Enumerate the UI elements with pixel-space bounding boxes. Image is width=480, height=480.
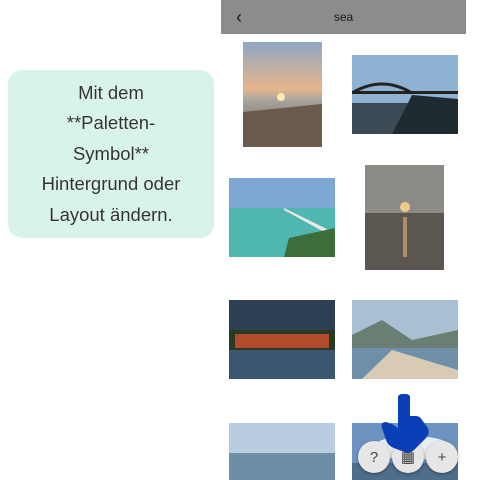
add-button[interactable]: + [426,441,458,473]
top-bar: ‹ sea [221,0,466,34]
photo-shrine[interactable] [229,300,335,379]
photo-sunset-sea[interactable] [365,165,444,270]
layout-palette-button[interactable]: ▦ [392,441,424,473]
palette-icon: ▦ [400,449,416,466]
plus-icon: + [437,448,447,466]
help-icon: ? [369,448,379,466]
photo-sunset-beach[interactable] [243,42,322,147]
phone-screen: ‹ sea ? ▦ + [221,0,466,480]
help-button[interactable]: ? [358,441,390,473]
page-title: sea [333,10,354,24]
photo-bridge[interactable] [352,55,458,134]
photo-pier[interactable] [229,178,335,257]
photo-sea[interactable] [229,423,335,480]
photo-coast[interactable] [352,300,458,379]
tutorial-tip: Mit dem **Paletten- Symbol** Hintergrund… [8,70,214,238]
